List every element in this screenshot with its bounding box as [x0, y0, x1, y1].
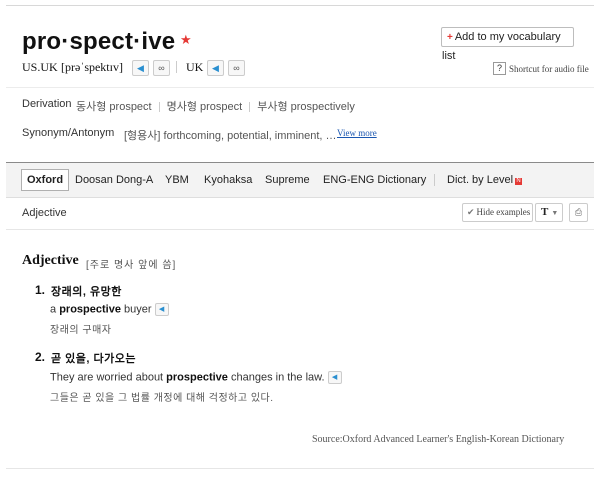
example-keyword: prospective	[59, 303, 121, 316]
font-size-label: T	[541, 206, 549, 218]
top-divider	[6, 5, 594, 6]
pos-heading: Adjective	[22, 207, 67, 219]
derivation-item[interactable]: 부사형 prospectively	[257, 101, 355, 113]
tab-kyohaksa[interactable]: Kyohaksa	[204, 174, 252, 186]
help-icon[interactable]: ?	[493, 62, 506, 75]
sense-meaning: 장래의, 유망한	[51, 286, 122, 298]
divider	[6, 87, 594, 88]
example-text: a	[50, 303, 60, 316]
divider	[6, 229, 594, 230]
speaker-icon[interactable]: ◀	[132, 60, 149, 76]
sense-number: 1.	[35, 283, 46, 297]
example-translation: 장래의 구매자	[50, 325, 112, 336]
check-icon: ✔	[467, 207, 475, 217]
pron-ipa: [prəˈspektɪv]	[61, 60, 123, 74]
tab-separator	[434, 174, 435, 186]
pron-separator	[176, 61, 177, 73]
tab-dict-by-level-label: Dict. by Level	[447, 174, 514, 186]
plus-icon: +	[447, 32, 453, 43]
add-vocabulary-button[interactable]: + Add to my vocabulary list	[441, 27, 574, 62]
example-sentence: a prospective buyer ◀	[50, 303, 169, 316]
derivation-separator	[158, 102, 160, 113]
pos-note: [주로 명사 앞에 씀]	[86, 260, 177, 271]
example-translation: 그들은 곧 있을 그 법률 개정에 대해 걱정하고 있다.	[50, 393, 274, 404]
star-icon[interactable]: ★	[180, 32, 192, 48]
derivation-item[interactable]: 명사형 prospect	[167, 101, 243, 113]
hide-examples-button[interactable]: ✔ Hide examples	[462, 203, 533, 222]
tab-eng-eng[interactable]: ENG-ENG Dictionary	[323, 174, 426, 186]
source-credit: Source:Oxford Advanced Learner's English…	[312, 434, 565, 445]
repeat-icon-uk[interactable]: ∞	[228, 60, 245, 76]
synonym-text: [형용사] forthcoming, potential, imminent, …	[124, 130, 337, 142]
tab-ybm[interactable]: YBM	[165, 174, 189, 186]
example-sentence: They are worried about prospective chang…	[50, 371, 342, 384]
tab-supreme[interactable]: Supreme	[265, 174, 310, 186]
speaker-icon[interactable]: ◀	[154, 303, 169, 316]
chevron-down-icon: ▼	[551, 209, 559, 217]
hide-examples-label: Hide examples	[476, 207, 531, 217]
bottom-divider	[6, 468, 594, 469]
headword: pro·spect·ive	[22, 28, 176, 55]
derivation-list: 동사형 prospect 명사형 prospect 부사형 prospectivel…	[76, 98, 355, 114]
speaker-icon-uk[interactable]: ◀	[207, 60, 224, 76]
synonym-label: Synonym/Antonym	[22, 127, 115, 139]
print-icon[interactable]: ⎙	[569, 203, 588, 222]
tab-doosan[interactable]: Doosan Dong-A	[75, 174, 153, 186]
tab-oxford[interactable]: Oxford	[21, 169, 70, 191]
tab-dict-by-level[interactable]: Dict. by Level N	[447, 174, 523, 186]
font-size-button[interactable]: T ▼	[535, 203, 563, 222]
example-text: changes in the law.	[227, 371, 325, 384]
example-keyword: prospective	[166, 371, 228, 384]
sense-meaning: 곧 있을, 다가오는	[51, 353, 137, 365]
repeat-icon[interactable]: ∞	[153, 60, 170, 76]
view-more-link[interactable]: View more	[337, 128, 377, 138]
pron-uk-label: UK	[186, 60, 204, 74]
definition-pos: Adjective	[22, 253, 79, 268]
derivation-separator	[249, 102, 251, 113]
derivation-item[interactable]: 동사형 prospect	[76, 101, 152, 113]
example-text: buyer	[120, 303, 152, 316]
sense-number: 2.	[35, 350, 46, 364]
new-badge: N	[515, 178, 523, 185]
add-vocabulary-label: Add to my vocabulary list	[442, 31, 561, 62]
pron-us-label: US.UK	[22, 60, 58, 74]
speaker-icon[interactable]: ◀	[327, 371, 342, 384]
derivation-label: Derivation	[22, 98, 72, 110]
example-text: They are worried about	[50, 371, 167, 384]
shortcut-audio-link[interactable]: Shortcut for audio file	[509, 64, 589, 74]
